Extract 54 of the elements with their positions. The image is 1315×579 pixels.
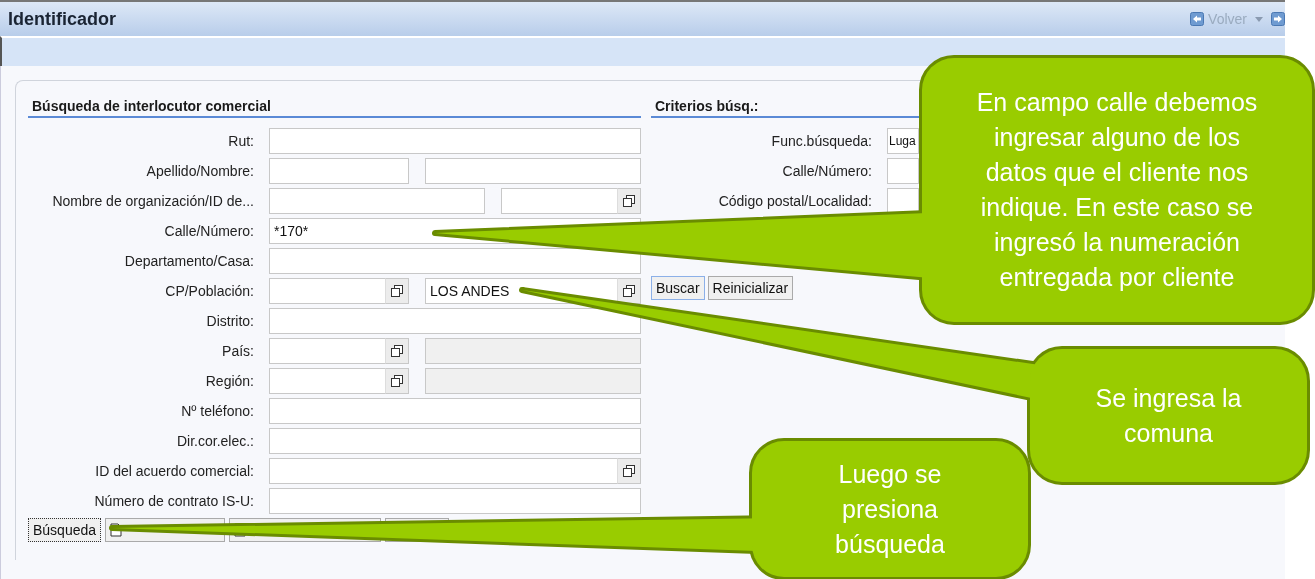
field-label: Código postal/Localidad: — [717, 193, 873, 209]
field-label: CP/Población: — [164, 283, 255, 299]
field-label: Func.búsqueda: — [770, 133, 873, 149]
field-label: Departamento/Casa: — [123, 253, 255, 269]
field-label: Calle/Número: — [781, 163, 873, 179]
value-help-button[interactable] — [617, 188, 641, 214]
input-field[interactable] — [269, 158, 409, 184]
copy-icon[interactable] — [391, 345, 403, 357]
input-field[interactable] — [425, 158, 641, 184]
copy-icon[interactable] — [391, 285, 403, 297]
input-field[interactable] — [269, 188, 485, 214]
copy-icon[interactable] — [391, 375, 403, 387]
field-label: Nº teléfono: — [180, 403, 255, 419]
input-field[interactable] — [269, 398, 641, 424]
caret-icon[interactable] — [1255, 16, 1263, 22]
value-help-button[interactable] — [617, 458, 641, 484]
input-field[interactable] — [887, 158, 919, 184]
input-field[interactable] — [269, 248, 641, 274]
input-field[interactable] — [269, 428, 641, 454]
field-label: Región: — [204, 373, 255, 389]
field-label: Rut: — [227, 133, 255, 149]
field-label: Calle/Número: — [163, 223, 255, 239]
value-help-button[interactable] — [385, 368, 409, 394]
value-help-button[interactable] — [385, 278, 409, 304]
field-label: Apellido/Nombre: — [145, 163, 255, 179]
field-label: ID del acuerdo comercial: — [94, 463, 255, 479]
field-label: País: — [221, 343, 255, 359]
field-label: Dir.cor.elec.: — [175, 433, 255, 449]
value-help-button[interactable] — [385, 338, 409, 364]
copy-icon[interactable] — [623, 465, 635, 477]
input-field[interactable] — [501, 188, 618, 214]
input-field[interactable] — [269, 338, 386, 364]
callout-text: Luego se presiona búsqueda — [834, 458, 946, 560]
copy-icon[interactable] — [623, 195, 635, 207]
field-label: Nombre de organización/ID de... — [51, 193, 255, 209]
search-button[interactable]: Buscar — [651, 276, 705, 300]
back-arrow-icon[interactable] — [1190, 12, 1205, 26]
window-title: Identificador — [7, 8, 116, 30]
input-field[interactable] — [269, 488, 641, 514]
search-button[interactable]: Búsqueda — [28, 518, 102, 542]
forward-arrow-icon[interactable] — [1271, 12, 1285, 26]
callout-text: Se ingresa la comuna — [1094, 382, 1243, 449]
field-label: Distrito: — [205, 313, 255, 329]
input-field[interactable] — [269, 458, 618, 484]
input-field[interactable] — [269, 278, 386, 304]
section-heading: Búsqueda de interlocutor comercial — [28, 93, 641, 118]
input-field[interactable] — [269, 308, 641, 334]
input-field[interactable] — [269, 128, 641, 154]
copy-icon[interactable] — [623, 285, 635, 297]
reset-button[interactable]: Reinicializar — [707, 276, 794, 300]
input-field[interactable]: Luga — [887, 128, 919, 154]
input-field[interactable] — [887, 188, 919, 214]
field-label: Número de contrato IS-U: — [93, 493, 255, 509]
input-field[interactable] — [269, 368, 386, 394]
